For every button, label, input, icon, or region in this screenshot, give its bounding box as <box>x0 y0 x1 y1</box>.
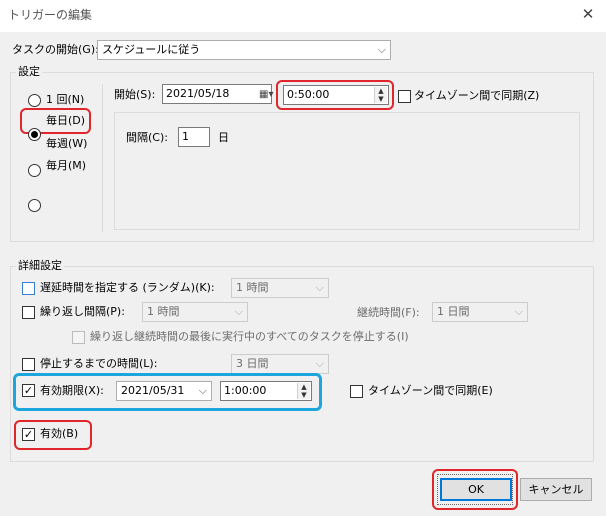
time-spinner-icon[interactable]: ▲ ▼ <box>374 87 387 103</box>
chevron-down-icon: ⌵ <box>234 305 243 318</box>
expire-sync-checkbox[interactable] <box>350 385 363 398</box>
expire-time-value: 1:00:00 <box>224 384 267 397</box>
stop-after-select[interactable]: 3 日間 ⌵ <box>231 354 329 374</box>
chevron-down-icon: ⌵ <box>198 384 207 397</box>
start-date-field[interactable]: 2021/05/18 ▦▾ <box>162 84 273 104</box>
window-title: トリガーの編集 <box>8 8 93 22</box>
chevron-down-icon: ⌵ <box>315 281 324 294</box>
expire-label[interactable]: 有効期限(X): <box>40 384 104 398</box>
delay-label[interactable]: 遅延時間を指定する (ランダム)(K): <box>40 281 215 295</box>
start-time-value: 0:50:00 <box>287 88 330 101</box>
expire-date-value: 2021/05/31 <box>121 384 185 397</box>
repeat-select[interactable]: 1 時間 ⌵ <box>142 302 248 322</box>
time-spinner-icon[interactable]: ▲ ▼ <box>297 383 310 399</box>
stop-after-label[interactable]: 停止するまでの時間(L): <box>40 357 157 371</box>
cancel-button[interactable]: キャンセル <box>520 478 592 501</box>
stop-after-checkbox[interactable] <box>22 358 35 371</box>
radio-once-label[interactable]: 1 回(N) <box>46 93 84 107</box>
radio-weekly[interactable] <box>28 164 41 177</box>
duration-value: 1 日間 <box>437 305 470 318</box>
repeat-label[interactable]: 繰り返し間隔(P): <box>40 305 125 319</box>
duration-label: 継続時間(F): <box>357 306 420 319</box>
start-time-field[interactable]: 0:50:00 ▲ ▼ <box>283 85 389 105</box>
delay-checkbox[interactable] <box>22 282 35 295</box>
radio-daily-label[interactable]: 毎日(D) <box>46 114 85 128</box>
begin-task-label: タスクの開始(G): <box>12 43 99 56</box>
settings-group-title: 設定 <box>16 65 42 79</box>
sync-tz-checkbox[interactable] <box>398 90 411 103</box>
calendar-dropdown-icon[interactable]: ▦▾ <box>259 86 273 104</box>
radio-monthly-label[interactable]: 毎月(M) <box>46 159 86 173</box>
radio-weekly-label[interactable]: 毎週(W) <box>46 137 87 151</box>
begin-task-value: スケジュールに従う <box>102 43 201 56</box>
interval-value: 1 <box>182 130 189 143</box>
start-date-value: 2021/05/18 <box>166 87 230 100</box>
stop-all-checkbox[interactable] <box>72 331 85 344</box>
close-icon[interactable]: ✕ <box>578 4 598 24</box>
stop-all-label: 繰り返し継続時間の最後に実行中のすべてのタスクを停止する(I) <box>90 330 409 343</box>
repeat-checkbox[interactable] <box>22 306 35 319</box>
chevron-down-icon: ⌵ <box>514 305 523 318</box>
expire-time-field[interactable]: 1:00:00 ▲ ▼ <box>220 381 312 401</box>
duration-select[interactable]: 1 日間 ⌵ <box>432 302 528 322</box>
expire-date-select[interactable]: 2021/05/31 ⌵ <box>116 381 212 401</box>
ok-button[interactable]: OK <box>440 478 512 501</box>
start-label: 開始(S): <box>114 88 156 101</box>
sync-tz-label[interactable]: タイムゾーン間で同期(Z) <box>414 89 539 103</box>
begin-task-select[interactable]: スケジュールに従う ⌵ <box>97 40 391 60</box>
chevron-down-icon: ⌵ <box>315 357 324 370</box>
enabled-checkbox[interactable]: ✓ <box>22 428 35 441</box>
radio-once[interactable] <box>28 94 41 107</box>
expire-sync-label[interactable]: タイムゾーン間で同期(E) <box>368 384 493 398</box>
settings-divider <box>102 84 103 232</box>
interval-field[interactable]: 1 <box>178 127 210 147</box>
delay-select[interactable]: 1 時間 ⌵ <box>231 278 329 298</box>
delay-value: 1 時間 <box>236 281 269 294</box>
expire-checkbox[interactable]: ✓ <box>22 384 35 397</box>
stop-after-value: 3 日間 <box>236 357 269 370</box>
chevron-down-icon: ⌵ <box>377 43 386 56</box>
radio-daily[interactable] <box>28 128 41 141</box>
interval-label: 間隔(C): <box>126 131 168 144</box>
repeat-value: 1 時間 <box>147 305 180 318</box>
enabled-label[interactable]: 有効(B) <box>40 427 78 441</box>
radio-monthly[interactable] <box>28 199 41 212</box>
advanced-group-title: 詳細設定 <box>16 259 64 273</box>
interval-unit: 日 <box>218 131 229 144</box>
